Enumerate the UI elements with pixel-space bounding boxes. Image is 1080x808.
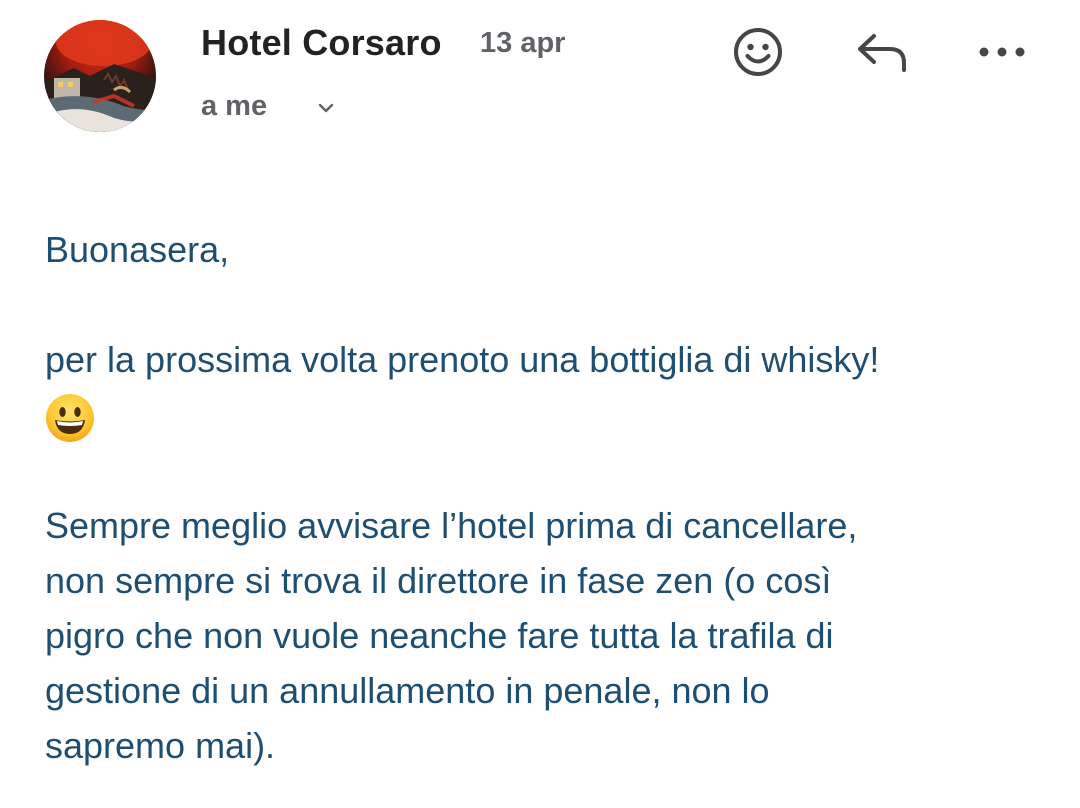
- chevron-down-icon[interactable]: [312, 96, 340, 120]
- body-line-3: non sempre si trova il direttore in fase…: [45, 560, 832, 602]
- sender-avatar-image: [44, 20, 156, 132]
- more-horizontal-icon: [979, 47, 1025, 57]
- body-line-4: pigro che non vuole neanche fare tutta l…: [45, 615, 834, 657]
- sender-avatar[interactable]: [44, 20, 156, 132]
- body-line-5: gestione di un annullamento in penale, n…: [45, 670, 770, 712]
- greeting-text: Buonasera,: [45, 229, 230, 270]
- email-body: Buonasera, per la prossima volta prenoto…: [45, 222, 1055, 773]
- emoji-line: [45, 387, 1055, 443]
- email-header: Hotel Corsaro 13 apr a me: [0, 0, 1080, 150]
- body-line-2: Sempre meglio avvisare l’hotel prima di …: [45, 505, 858, 547]
- email-date: 13 apr: [480, 27, 566, 59]
- reply-button[interactable]: [852, 22, 912, 82]
- smiley-icon: [734, 28, 782, 76]
- recipient-label[interactable]: a me: [201, 90, 267, 123]
- add-reaction-button[interactable]: [728, 22, 788, 82]
- body-line-1: per la prossima volta prenoto una bottig…: [45, 339, 880, 380]
- sender-name[interactable]: Hotel Corsaro: [201, 22, 442, 64]
- reply-icon: [858, 34, 906, 72]
- more-options-button[interactable]: [972, 22, 1032, 82]
- grinning-face-emoji-icon: [45, 393, 95, 443]
- body-line-6: sapremo mai).: [45, 725, 276, 767]
